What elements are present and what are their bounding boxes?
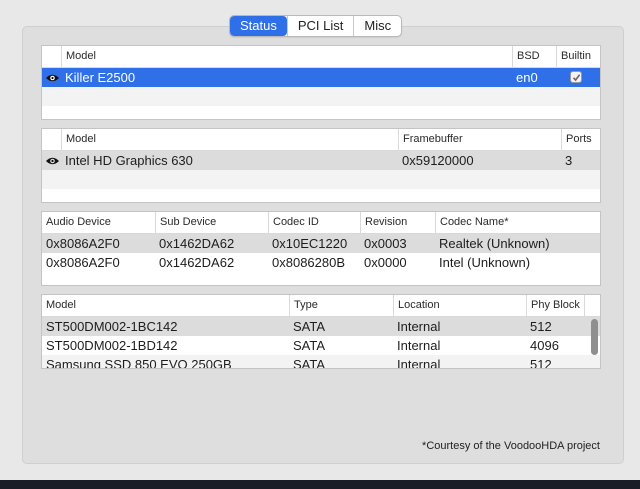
column-header-type[interactable]: Type (289, 295, 393, 316)
footnote: *Courtesy of the VoodooHDA project (422, 440, 600, 452)
cell-audio-device: 0x8086A2F0 (46, 236, 120, 251)
cell-type: SATA (293, 338, 326, 353)
cell-phy-block: 512 (530, 319, 552, 334)
table-header: Model BSD Builtin (42, 46, 600, 68)
cell-codec-name: Intel (Unknown) (439, 255, 531, 270)
cell-model: Samsung SSD 850 EVO 250GB (46, 357, 232, 369)
cell-phy-block: 512 (530, 357, 552, 369)
table-row-empty (42, 87, 600, 106)
cell-type: SATA (293, 357, 326, 369)
table-row[interactable]: Samsung SSD 850 EVO 250GB SATA Internal … (42, 355, 600, 369)
tab-status[interactable]: Status (230, 16, 287, 36)
cell-model: Killer E2500 (65, 70, 136, 85)
column-header-model[interactable]: Model (42, 295, 289, 316)
cell-model: ST500DM002-1BC142 (46, 319, 178, 334)
cell-revision: 0x0000 (364, 255, 407, 270)
cell-location: Internal (397, 338, 441, 353)
column-header-sub-device[interactable]: Sub Device (155, 212, 268, 233)
cell-builtin (556, 68, 600, 87)
column-header-ports[interactable]: Ports (561, 129, 600, 150)
cell-ports: 3 (565, 153, 573, 168)
column-header-model[interactable]: Model (61, 129, 398, 150)
cell-codec-name: Realtek (Unknown) (439, 236, 550, 251)
column-header-codec-name[interactable]: Codec Name* (435, 212, 600, 233)
cell-sub-device: 0x1462DA62 (159, 236, 235, 251)
tab-pci-list[interactable]: PCI List (286, 16, 354, 36)
table-row[interactable]: Killer E2500 en0 (42, 68, 600, 87)
graphics-table: Model Framebuffer Ports Intel HD Graphic… (41, 128, 601, 203)
eye-icon (42, 151, 61, 170)
table-row-empty (42, 170, 600, 189)
network-table: Model BSD Builtin Killer E2500 en0 (41, 45, 601, 120)
column-header-revision[interactable]: Revision (360, 212, 435, 233)
column-header-icon (42, 129, 61, 150)
cell-type: SATA (293, 319, 326, 334)
cell-codec-id: 0x8086280B (272, 255, 346, 270)
vertical-scrollbar[interactable] (591, 319, 598, 355)
table-row[interactable]: ST500DM002-1BC142 SATA Internal 512 (42, 317, 600, 336)
checkmark-icon (572, 73, 580, 81)
cell-model: ST500DM002-1BD142 (46, 338, 178, 353)
table-header: Audio Device Sub Device Codec ID Revisio… (42, 212, 600, 234)
storage-table: Model Type Location Phy Block ST500DM002… (41, 294, 601, 369)
column-header-spacer (584, 295, 600, 316)
column-header-codec-id[interactable]: Codec ID (268, 212, 360, 233)
table-row[interactable]: 0x8086A2F0 0x1462DA62 0x10EC1220 0x0003 … (42, 234, 600, 253)
cell-audio-device: 0x8086A2F0 (46, 255, 120, 270)
table-header: Model Type Location Phy Block (42, 295, 600, 317)
builtin-checkbox[interactable] (570, 71, 582, 83)
cell-location: Internal (397, 357, 441, 369)
table-row[interactable]: Intel HD Graphics 630 0x59120000 3 (42, 151, 600, 170)
table-header: Model Framebuffer Ports (42, 129, 600, 151)
column-header-builtin[interactable]: Builtin (556, 46, 600, 67)
cell-bsd: en0 (516, 70, 538, 85)
cell-sub-device: 0x1462DA62 (159, 255, 235, 270)
eye-icon (42, 68, 61, 87)
desktop-background-strip (0, 480, 640, 489)
column-header-bsd[interactable]: BSD (512, 46, 556, 67)
cell-phy-block: 4096 (530, 338, 559, 353)
column-header-location[interactable]: Location (393, 295, 526, 316)
tab-misc[interactable]: Misc (353, 16, 401, 36)
cell-revision: 0x0003 (364, 236, 407, 251)
audio-table: Audio Device Sub Device Codec ID Revisio… (41, 211, 601, 286)
cell-framebuffer: 0x59120000 (402, 153, 474, 168)
tab-bar: Status PCI List Misc (229, 15, 403, 37)
cell-codec-id: 0x10EC1220 (272, 236, 348, 251)
table-row[interactable]: ST500DM002-1BD142 SATA Internal 4096 (42, 336, 600, 355)
column-header-model[interactable]: Model (61, 46, 512, 67)
column-header-icon (42, 46, 61, 67)
table-row[interactable]: 0x8086A2F0 0x1462DA62 0x8086280B 0x0000 … (42, 253, 600, 272)
column-header-audio-device[interactable]: Audio Device (42, 212, 155, 233)
cell-model: Intel HD Graphics 630 (65, 153, 193, 168)
column-header-phy-block[interactable]: Phy Block (526, 295, 584, 316)
column-header-framebuffer[interactable]: Framebuffer (398, 129, 561, 150)
cell-location: Internal (397, 319, 441, 334)
